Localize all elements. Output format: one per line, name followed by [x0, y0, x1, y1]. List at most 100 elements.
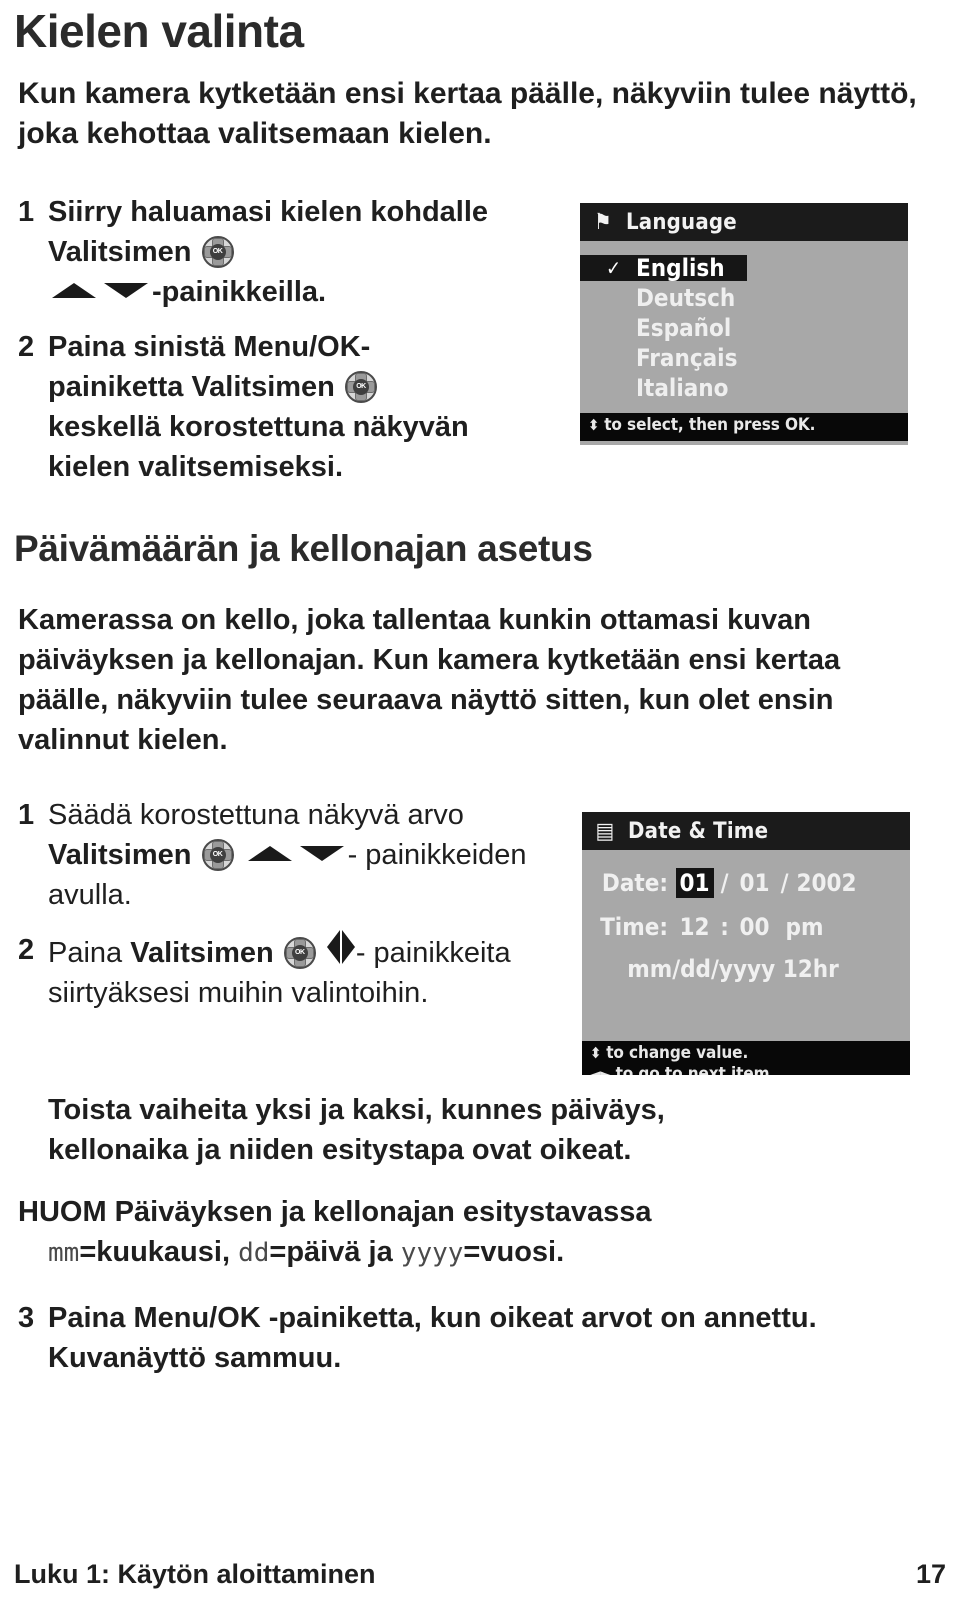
step-term-valitsimen: Valitsimen [191, 371, 335, 403]
step-language-1: 1 Siirry haluamasi kielen kohdalle Valit… [18, 192, 548, 312]
language-option-english[interactable]: ✓ English [580, 255, 747, 281]
step-text-part-1: Paina [48, 1302, 134, 1334]
time-meridiem-field[interactable]: pm [774, 912, 836, 942]
dpad-icon: OK [344, 371, 377, 403]
step-text-part-2: painiketta [48, 371, 192, 403]
language-screen-hint-bar: ⬍ to select, then press OK. [580, 413, 908, 441]
note-block: HUOM Päiväyksen ja kellonajan esitystava… [18, 1192, 918, 1273]
up-down-arrow-icon: ⬍ [590, 1044, 602, 1062]
step-number: 2 [18, 934, 35, 966]
flag-icon: ⚑ [594, 209, 612, 235]
note-tag-dd: dd [238, 1238, 270, 1268]
format-row[interactable]: mm/dd/yyyy 12hr [582, 954, 910, 984]
up-down-arrow-icon: ⬍ [588, 416, 600, 434]
note-text: Päiväyksen ja kellonajan esitystavassa [106, 1196, 652, 1228]
step-number: 3 [18, 1302, 35, 1334]
step-text-part-1: Säädä korostettuna näkyvä arvo [48, 799, 464, 831]
datetime-screen-title-bar: ▤ Date & Time [582, 812, 910, 850]
language-option-francais[interactable]: Français [580, 344, 737, 372]
left-right-arrow-icon: ◄► [590, 1065, 611, 1075]
step-text-part-1: Paina [48, 937, 131, 969]
datetime-fields: Date: 01/01/2002 Time: 12:00 pm mm/dd/yyy… [582, 850, 910, 1041]
triangle-down-icon [104, 283, 148, 298]
triangle-left-icon [326, 930, 340, 964]
triangle-right-icon [341, 930, 355, 964]
language-option-deutsch[interactable]: Deutsch [580, 284, 735, 312]
step-text: Paina sinistä Menu/OK- painiketta Valits… [48, 327, 558, 487]
time-row: Time: 12:00 pm [582, 912, 910, 942]
datetime-hint-2: to go to next item. [615, 1064, 776, 1075]
datetime-hint-1: to change value. [606, 1043, 749, 1063]
footer-page-number: 17 [915, 1559, 946, 1589]
step-term-valitsimen: Valitsimen [130, 937, 274, 969]
date-month-field[interactable]: 01 [675, 868, 714, 898]
date-separator: / [720, 869, 729, 897]
step-number: 2 [18, 331, 35, 363]
list-item[interactable]: Italiano [580, 375, 908, 401]
datetime-screen-title: Date & Time [628, 818, 769, 844]
triangle-up-icon [52, 283, 96, 298]
note-after-yyyy: =vuosi. [463, 1236, 565, 1268]
step-term-valitsimen: Valitsimen [48, 236, 192, 268]
list-item[interactable]: Deutsch [580, 285, 908, 311]
note-tag-yyyy: yyyy [400, 1238, 464, 1268]
date-year-field[interactable]: 2002 [796, 868, 858, 898]
language-screen-title: Language [626, 209, 737, 235]
page-title: Kielen valinta [14, 5, 304, 57]
clock-calendar-icon: ▤ [595, 818, 615, 844]
datetime-paragraph: Kamerassa on kello, joka tallentaa kunki… [18, 604, 841, 756]
language-list: ✓ English Deutsch Español Français Itali… [580, 241, 908, 413]
list-item[interactable]: Español [580, 315, 908, 341]
step-language-2: 2 Paina sinistä Menu/OK- painiketta Vali… [18, 327, 558, 487]
step-text-part-2: -painikkeilla. [152, 276, 327, 308]
step-datetime-1: 1 Säädä korostettuna näkyvä arvo Valitsi… [18, 795, 563, 915]
page-footer: Luku 1: Käytön aloittaminen 17 [14, 1559, 946, 1590]
note-label: HUOM [18, 1196, 107, 1228]
section-heading-datetime: Päivämäärän ja kellonajan asetus [14, 528, 593, 569]
language-screen-hint: to select, then press OK. [604, 415, 816, 435]
dpad-icon: OK [201, 236, 234, 268]
intro-paragraph: Kun kamera kytketään ensi kertaa päälle,… [18, 77, 917, 150]
footer-chapter: Luku 1: Käytön aloittaminen [14, 1559, 376, 1589]
step-text-part-1: Siirry haluamasi kielen kohdalle [48, 196, 489, 228]
dpad-icon: OK [201, 839, 234, 871]
language-option-italiano[interactable]: Italiano [580, 374, 728, 402]
step-text: Siirry haluamasi kielen kohdalle Valitsi… [48, 192, 548, 312]
time-minute-field[interactable]: 00 [736, 912, 774, 942]
date-day-field[interactable]: 01 [736, 868, 774, 898]
step-text-part-3: keskellä korostettuna näkyvän kielen val… [48, 411, 469, 483]
step-text-part-1: Paina sinistä [48, 331, 234, 363]
step-datetime-2: 2 Paina Valitsimen OK - painikkeita siir… [18, 930, 578, 1013]
time-hour-field[interactable]: 12 [676, 912, 714, 942]
document-page: Kielen valinta Kun kamera kytketään ensi… [0, 0, 960, 1616]
step-term-valitsimen: Valitsimen [48, 839, 192, 871]
triangle-up-icon [247, 846, 292, 861]
step-term-menu-ok: Menu/OK- [233, 331, 371, 363]
note-after-dd: =päivä ja [269, 1236, 401, 1268]
check-icon: ✓ [606, 256, 622, 280]
datetime-hint-line-1: ⬍ to change value. [590, 1043, 910, 1064]
time-separator: : [720, 913, 729, 941]
date-row: Date: 01/01/2002 [582, 868, 910, 898]
step-text: Paina Valitsimen OK - painikkeita siirty… [48, 930, 578, 1013]
language-option-espanol[interactable]: Español [580, 314, 731, 342]
datetime-screen-hint-bar: ⬍ to change value. ◄► to go to next item. [582, 1041, 910, 1075]
time-label: Time: [600, 913, 668, 941]
repeat-steps-paragraph: Toista vaiheita yksi ja kaksi, kunnes pä… [48, 1094, 665, 1166]
list-item[interactable]: Français [580, 345, 908, 371]
note-after-mm: =kuukausi, [79, 1236, 239, 1268]
step-number: 1 [18, 196, 35, 228]
language-screen-title-bar: ⚑ Language [580, 203, 908, 241]
date-label: Date: [601, 869, 668, 897]
step-number: 1 [18, 799, 35, 831]
note-tag-mm: mm [48, 1238, 80, 1268]
datetime-hint-line-2: ◄► to go to next item. [590, 1064, 910, 1075]
language-screen-figure: ⚑ Language ✓ English Deutsch Español Fra… [580, 203, 908, 445]
step-term-menu-ok: Menu/OK [133, 1302, 261, 1334]
triangle-down-icon [299, 846, 344, 861]
datetime-screen-figure: ▤ Date & Time Date: 01/01/2002 Time: 12:… [582, 812, 910, 1075]
date-separator: / [780, 869, 789, 897]
language-option-label: English [636, 254, 725, 282]
dpad-icon: OK [283, 937, 316, 969]
list-item[interactable]: ✓ English [580, 255, 908, 281]
